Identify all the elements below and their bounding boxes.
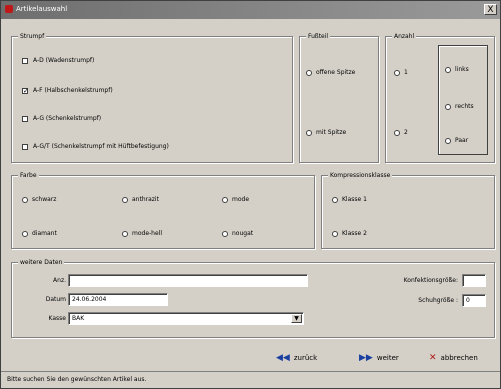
radio-offene-spitze[interactable]: offene Spitze — [306, 69, 355, 76]
radio-label: Klasse 1 — [342, 196, 367, 203]
radio-button[interactable] — [394, 129, 400, 136]
group-kompression-title: Kompressionsklasse — [328, 171, 393, 180]
back-button-label: zurück — [293, 354, 318, 362]
radio-button[interactable] — [306, 129, 312, 136]
dialog-window: Artikelauswahl X Strumpf A-D (Wadenstrum… — [0, 0, 501, 389]
radio-button[interactable] — [306, 69, 312, 76]
radio-links[interactable]: links — [445, 66, 469, 73]
strumpf-option-label: A-D (Wadenstrumpf) — [33, 57, 95, 64]
x-icon: ✕ — [429, 353, 437, 363]
radio-label: mode-hell — [132, 230, 163, 237]
radio-mit-spitze[interactable]: mit Spitze — [306, 129, 346, 136]
status-bar: Bitte suchen Sie den gewünschten Artikel… — [1, 371, 500, 389]
radio-mode-hell[interactable]: mode-hell — [122, 230, 162, 237]
group-weitere-daten-title: weitere Daten — [18, 258, 65, 267]
checkbox[interactable] — [22, 115, 28, 122]
kasse-select[interactable]: BAK ▼ — [68, 312, 304, 325]
radio-mode[interactable]: mode — [222, 196, 249, 203]
strumpf-option-label: A-G (Schenkelstrumpf) — [33, 115, 102, 122]
group-anzahl-title: Anzahl — [392, 32, 417, 41]
strumpf-option-1[interactable]: A-D (Wadenstrumpf) — [22, 57, 94, 64]
rewind-icon: ◀◀ — [276, 353, 290, 363]
group-farbe-title: Farbe — [18, 171, 39, 180]
anzahl-input[interactable] — [68, 274, 308, 287]
chevron-down-icon[interactable]: ▼ — [291, 314, 302, 323]
radio-button[interactable] — [445, 137, 451, 144]
title-bar: Artikelauswahl X — [1, 1, 500, 19]
fast-forward-icon: ▶▶ — [359, 353, 373, 363]
radio-nougat[interactable]: nougat — [222, 230, 253, 237]
radio-label: Klasse 2 — [342, 230, 367, 237]
radio-label: 2 — [404, 129, 408, 136]
group-fussteil: Fußteil offene Spitze mit Spitze — [299, 32, 379, 163]
radio-button[interactable] — [445, 103, 451, 110]
group-kompression: Kompressionsklasse Klasse 1 Klasse 2 — [321, 171, 495, 249]
radio-button[interactable] — [122, 230, 128, 237]
anzahl-label: Anz. — [53, 277, 66, 284]
window-title: Artikelauswahl — [16, 5, 68, 13]
radio-label: offene Spitze — [316, 69, 356, 76]
konfektion-input[interactable] — [462, 274, 486, 287]
app-icon — [5, 5, 13, 13]
strumpf-option-4[interactable]: A-G/T (Schenkelstrumpf mit Hüftbefestigu… — [22, 143, 169, 150]
radio-label: links — [455, 66, 469, 73]
radio-anthrazit[interactable]: anthrazit — [122, 196, 159, 203]
group-farbe: Farbe schwarz anthrazit mode diamant mod… — [11, 171, 315, 249]
group-fussteil-title: Fußteil — [306, 32, 331, 41]
radio-label: Paar — [455, 137, 469, 144]
radio-button[interactable] — [394, 69, 400, 76]
radio-label: diamant — [32, 230, 57, 237]
radio-rechts[interactable]: rechts — [445, 103, 474, 110]
strumpf-option-label: A-F (Halbschenkelstrumpf) — [33, 87, 113, 94]
schuhgroesse-label: Schuhgröße : — [418, 297, 458, 304]
kasse-select-value: BAK — [72, 315, 85, 322]
radio-anzahl-2[interactable]: 2 — [394, 129, 408, 136]
checkbox[interactable] — [22, 57, 28, 64]
cancel-button-label: abbrechen — [440, 354, 478, 362]
radio-button[interactable] — [445, 66, 451, 73]
radio-label: mode — [232, 196, 250, 203]
radio-label: mit Spitze — [316, 129, 347, 136]
datum-label: Datum — [45, 296, 66, 303]
next-button[interactable]: ▶▶ weiter — [359, 353, 399, 363]
radio-button[interactable] — [332, 230, 338, 237]
radio-label: anthrazit — [132, 196, 159, 203]
schuhgroesse-input[interactable]: 0 — [462, 294, 486, 307]
status-text: Bitte suchen Sie den gewünschten Artikel… — [7, 376, 147, 383]
kasse-label: Kasse — [48, 315, 66, 322]
next-button-label: weiter — [376, 354, 399, 362]
radio-button[interactable] — [22, 196, 28, 203]
radio-diamant[interactable]: diamant — [22, 230, 57, 237]
radio-label: 1 — [404, 69, 408, 76]
cancel-button[interactable]: ✕ abbrechen — [429, 353, 478, 363]
group-strumpf: Strumpf A-D (Wadenstrumpf) ✓ A-F (Halbsc… — [11, 32, 293, 163]
radio-label: schwarz — [32, 196, 57, 203]
radio-anzahl-1[interactable]: 1 — [394, 69, 408, 76]
radio-button[interactable] — [122, 196, 128, 203]
strumpf-option-3[interactable]: A-G (Schenkelstrumpf) — [22, 115, 101, 122]
radio-paar[interactable]: Paar — [445, 137, 468, 144]
back-button[interactable]: ◀◀ zurück — [276, 353, 317, 363]
group-strumpf-title: Strumpf — [18, 32, 47, 41]
radio-klasse-2[interactable]: Klasse 2 — [332, 230, 367, 237]
strumpf-option-2[interactable]: ✓ A-F (Halbschenkelstrumpf) — [22, 87, 113, 94]
radio-button[interactable] — [222, 196, 228, 203]
konfektion-label: Konfektionsgröße: — [403, 277, 458, 284]
radio-label: nougat — [232, 230, 254, 237]
side-selection-box: links rechts Paar — [438, 45, 488, 155]
checkbox-checked[interactable]: ✓ — [22, 87, 29, 94]
radio-button[interactable] — [222, 230, 228, 237]
radio-schwarz[interactable]: schwarz — [22, 196, 56, 203]
radio-label: rechts — [455, 103, 474, 110]
group-weitere-daten: weitere Daten Anz. Datum 24.06.2004 Kass… — [11, 258, 495, 338]
strumpf-option-label: A-G/T (Schenkelstrumpf mit Hüftbefestigu… — [33, 143, 169, 150]
datum-input[interactable]: 24.06.2004 — [68, 293, 168, 306]
radio-klasse-1[interactable]: Klasse 1 — [332, 196, 367, 203]
close-button[interactable]: X — [484, 4, 497, 15]
radio-button[interactable] — [332, 196, 338, 203]
radio-button[interactable] — [22, 230, 28, 237]
checkbox[interactable] — [22, 143, 28, 150]
group-anzahl: Anzahl 1 2 links rechts Paar — [385, 32, 495, 163]
